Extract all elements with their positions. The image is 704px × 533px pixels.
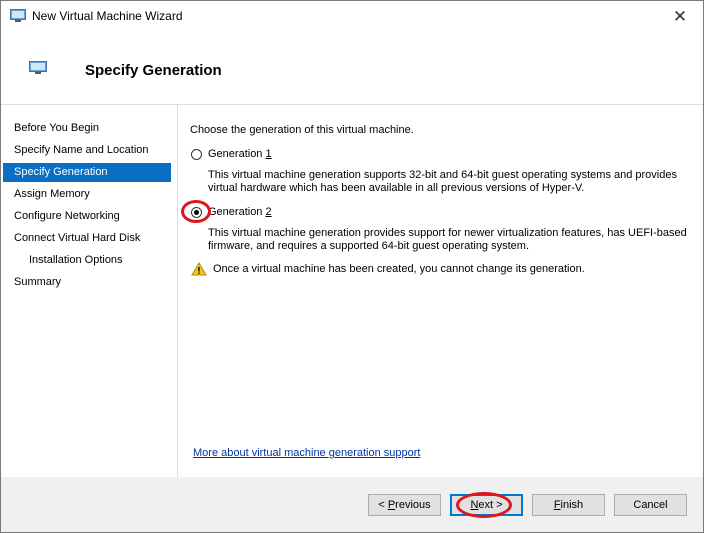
close-icon: ✕: [672, 7, 688, 26]
wizard-window: New Virtual Machine Wizard ✕ Specify Gen…: [0, 0, 704, 533]
step-specify-generation[interactable]: Specify Generation: [3, 163, 171, 182]
generation-prompt: Choose the generation of this virtual ma…: [190, 124, 414, 136]
hyperv-window-icon: [10, 9, 26, 26]
step-connect-virtual-hard-disk[interactable]: Connect Virtual Hard Disk: [3, 229, 171, 248]
step-assign-memory[interactable]: Assign Memory: [3, 185, 171, 204]
warning-icon: [191, 262, 207, 279]
generation-2-label-text: Generation: [208, 206, 266, 218]
previous-button[interactable]: < Previous: [368, 494, 441, 516]
step-configure-networking[interactable]: Configure Networking: [3, 207, 171, 226]
finish-key: F: [553, 499, 561, 511]
wizard-steps-sidebar: Before You Begin Specify Name and Locati…: [1, 105, 178, 477]
wizard-header: Specify Generation: [1, 32, 703, 105]
step-installation-options[interactable]: Installation Options: [3, 251, 171, 270]
cancel-button[interactable]: Cancel: [614, 494, 687, 516]
finish-rest: inish: [560, 499, 584, 511]
annotation-circle-generation-2: [181, 200, 211, 223]
window-title: New Virtual Machine Wizard: [32, 9, 183, 23]
generation-2-label[interactable]: Generation 2: [208, 206, 272, 218]
warning-text: Once a virtual machine has been created,…: [213, 263, 585, 275]
generation-1-label-key: 1: [265, 148, 272, 160]
step-summary[interactable]: Summary: [3, 273, 171, 292]
generation-1-label[interactable]: Generation 1: [208, 148, 272, 160]
finish-button[interactable]: Finish: [532, 494, 605, 516]
title-bar[interactable]: New Virtual Machine Wizard ✕: [1, 1, 703, 32]
step-before-you-begin[interactable]: Before You Begin: [3, 119, 171, 138]
wizard-content: Choose the generation of this virtual ma…: [178, 105, 703, 477]
wizard-footer: < Previous Next > Finish Cancel: [1, 478, 703, 532]
vm-icon: [29, 61, 47, 78]
page-title: Specify Generation: [85, 62, 222, 79]
step-specify-name-location[interactable]: Specify Name and Location: [3, 141, 171, 160]
close-button[interactable]: ✕: [657, 1, 703, 32]
annotation-circle-next: [456, 492, 512, 518]
generation-1-radio[interactable]: [191, 149, 202, 160]
more-info-link[interactable]: More about virtual machine generation su…: [193, 447, 420, 459]
generation-1-label-text: Generation: [208, 148, 266, 160]
previous-rest: revious: [395, 499, 431, 511]
previous-prefix: <: [378, 499, 388, 511]
generation-2-description: This virtual machine generation provides…: [208, 227, 687, 252]
generation-1-description: This virtual machine generation supports…: [208, 169, 677, 194]
generation-2-label-key: 2: [265, 206, 272, 218]
